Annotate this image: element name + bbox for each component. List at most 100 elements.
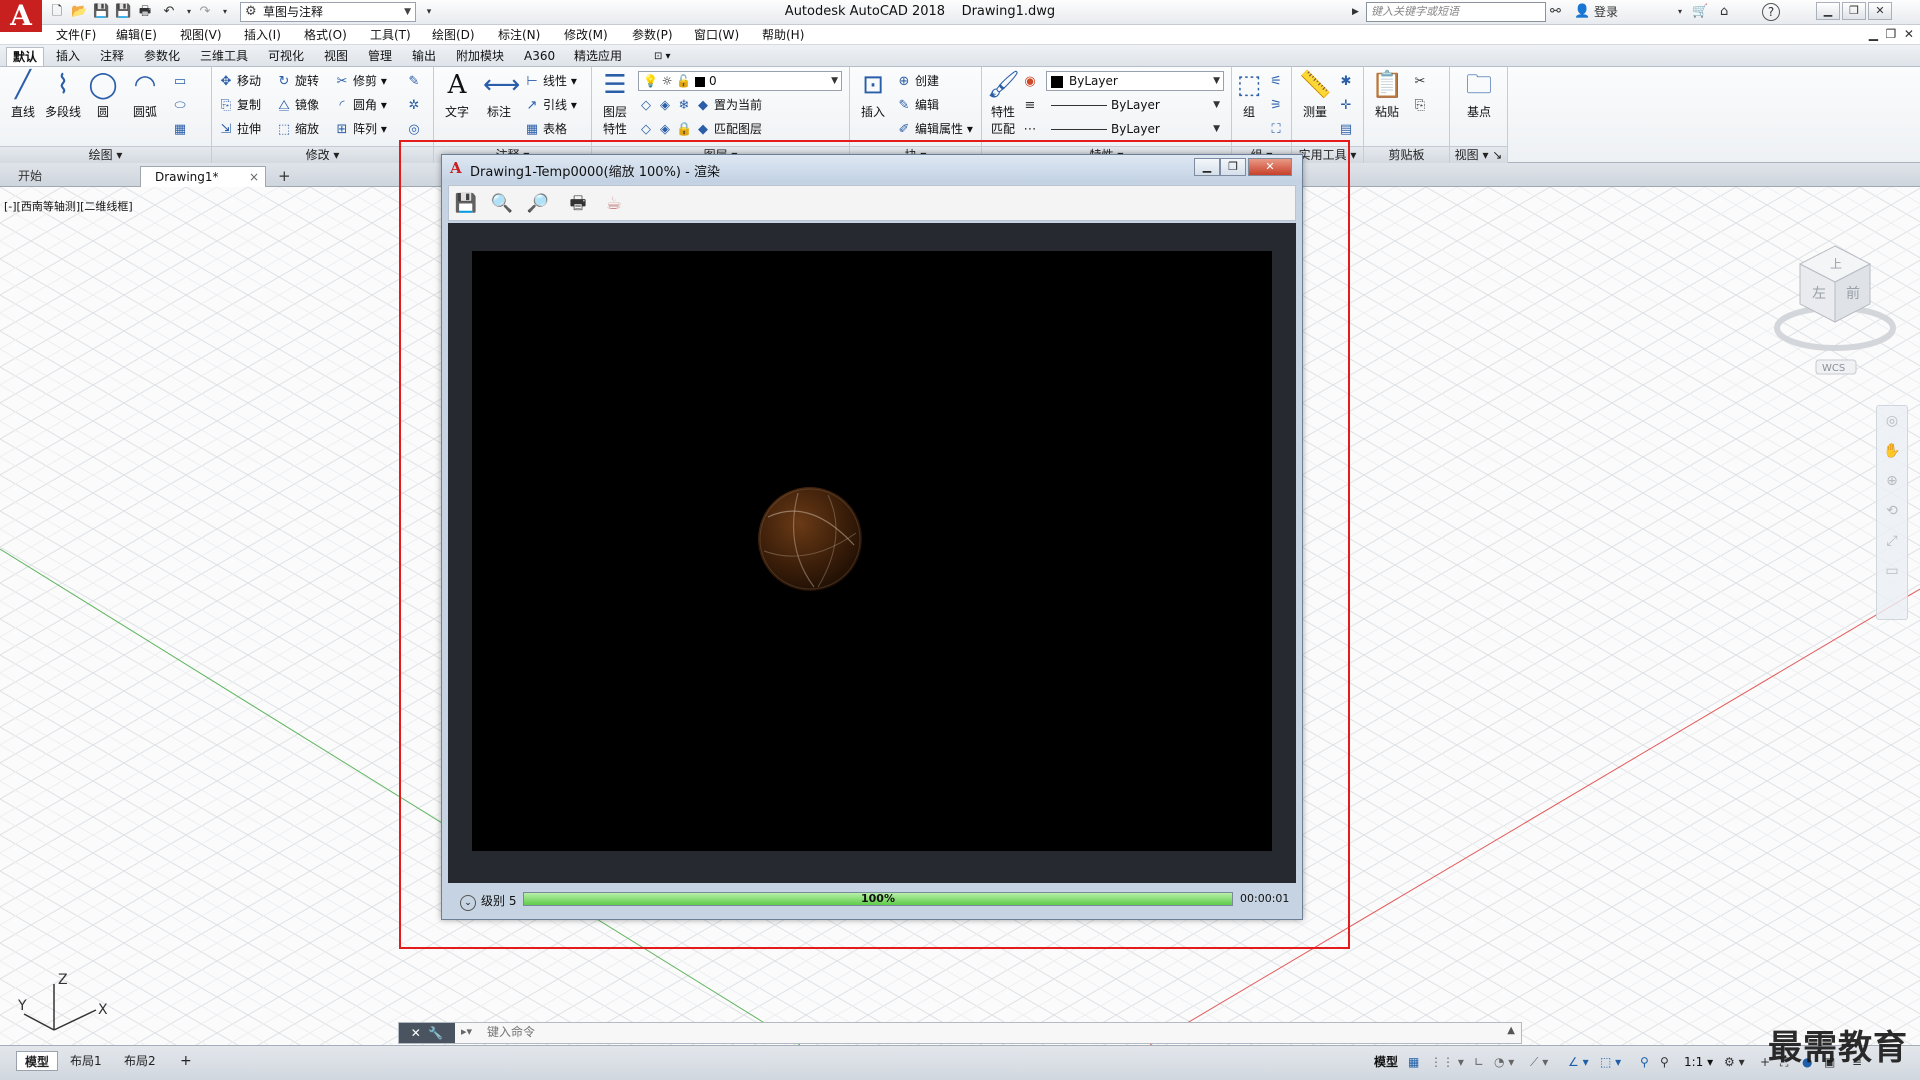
circle-button[interactable]: ◯ 圆 (84, 69, 122, 120)
close-icon[interactable]: × (249, 167, 259, 187)
quick-select-button[interactable]: ✱ (1338, 71, 1357, 91)
minimize-button[interactable]: ▁ (1816, 2, 1840, 20)
login-button[interactable]: 登录 (1594, 3, 1618, 21)
tab-start[interactable]: 开始 (4, 166, 140, 187)
menu-format[interactable]: 格式(O) (304, 27, 347, 43)
line-button[interactable]: ╱ 直线 (4, 69, 42, 120)
menu-tools[interactable]: 工具(T) (370, 27, 411, 43)
tab-addins[interactable]: 附加模块 (450, 47, 510, 66)
menu-dimension[interactable]: 标注(N) (498, 27, 540, 43)
save-render-icon[interactable]: 💾 (453, 192, 479, 216)
ellipse-button[interactable]: ⬭ (172, 95, 191, 115)
search-input[interactable]: 键入关键字或短语 (1366, 2, 1546, 22)
save-as-icon[interactable]: 💾 (114, 3, 132, 21)
add-layout-button[interactable]: + (172, 1051, 200, 1071)
ungroup-button[interactable]: ⚟ (1268, 71, 1287, 91)
dimension-button[interactable]: ⟷ 标注 (480, 69, 520, 120)
mirror-button[interactable]: ⧋ 镜像 (276, 95, 319, 115)
cut-button[interactable]: ✂ (1412, 71, 1431, 91)
array-button[interactable]: ⊞ 阵列 ▾ (334, 119, 387, 139)
isodraft-icon[interactable]: ⟋ ▾ (1530, 1053, 1548, 1071)
tab-3d-tools[interactable]: 三维工具 (194, 47, 254, 66)
color-select[interactable]: ByLayer ▼ (1046, 71, 1224, 91)
layer-tools-row-2[interactable]: ◇ ◈ 🔒 ◆ 匹配图层 (638, 119, 762, 139)
tab-a360[interactable]: A360 (518, 47, 561, 66)
drawing-window-controls[interactable]: ▁ ❐ ✕ (1869, 27, 1914, 41)
wcs-menu[interactable]: WCS (1822, 363, 1845, 374)
menu-view[interactable]: 视图(V) (180, 27, 222, 43)
render-maximize-button[interactable]: ❐ (1220, 158, 1246, 176)
new-icon[interactable]: 🗋 (48, 3, 66, 21)
tab-manage[interactable]: 管理 (362, 47, 398, 66)
layout-tab-model[interactable]: 模型 (16, 1051, 59, 1071)
menu-parametric[interactable]: 参数(P) (632, 27, 673, 43)
tab-visualize[interactable]: 可视化 (262, 47, 310, 66)
hatch-button[interactable]: ▦ (172, 119, 191, 139)
id-point-button[interactable]: ✛ (1338, 95, 1357, 115)
tab-home[interactable]: 默认 (6, 47, 45, 66)
render-minimize-button[interactable]: ▁ (1194, 158, 1220, 176)
cancel-render-icon[interactable]: ☕ (601, 192, 627, 216)
tab-insert[interactable]: 插入 (50, 47, 86, 66)
create-block-button[interactable]: ⊕ 创建 (896, 71, 939, 91)
view-cube-top[interactable]: 上 (1830, 257, 1842, 271)
linear-dim-button[interactable]: ⊢ 线性 ▾ (524, 71, 577, 91)
panel-draw-label[interactable]: 绘图 ▾ (0, 146, 211, 163)
command-input[interactable] (487, 1025, 1487, 1039)
menu-window[interactable]: 窗口(W) (694, 27, 739, 43)
fillet-button[interactable]: ◜ 圆角 ▾ (334, 95, 386, 115)
annotation-scale[interactable]: 1:1 ▾ (1684, 1053, 1713, 1071)
navigation-bar[interactable]: ◎ ✋ ⊕ ⟲ ⤢ ▭ (1876, 405, 1908, 620)
model-space-button[interactable]: 模型 (1374, 1053, 1398, 1071)
tab-output[interactable]: 输出 (406, 47, 442, 66)
move-button[interactable]: ✥ 移动 (218, 71, 261, 91)
rotate-button[interactable]: ↻ 旋转 (276, 71, 319, 91)
command-line-controls[interactable]: ✕ 🔧 (399, 1023, 455, 1043)
grid-icon[interactable]: ▦ (1408, 1053, 1419, 1071)
layout-tab-layout1[interactable]: 布局1 (62, 1051, 110, 1071)
rectangle-button[interactable]: ▭ (172, 71, 191, 91)
tab-view[interactable]: 视图 (318, 47, 354, 66)
chevron-right-icon[interactable]: ▶ (1352, 3, 1359, 21)
login-dropdown-icon[interactable]: ▾ (1678, 3, 1682, 21)
new-tab-button[interactable]: + (272, 166, 296, 187)
snap-icon[interactable]: ⋮⋮ ▾ (1430, 1053, 1464, 1071)
insert-block-button[interactable]: ⊡ 插入 (854, 69, 892, 120)
panel-modify-label[interactable]: 修改 ▾ (212, 146, 433, 163)
layer-properties-button[interactable]: ☰ 图层 特性 (596, 69, 634, 137)
copy-button[interactable]: ⎘ 复制 (218, 95, 261, 115)
lineweight-button[interactable]: ≡ (1022, 95, 1041, 115)
group-edit-button[interactable]: ⚞ (1268, 95, 1287, 115)
stretch-button[interactable]: ⇲ 拉伸 (218, 119, 261, 139)
viewport-controls[interactable]: [-][西南等轴测][二维线框] (4, 198, 133, 214)
redo-icon[interactable]: ↷ (196, 3, 214, 21)
scale-button[interactable]: ⬚ 缩放 (276, 119, 319, 139)
trim-button[interactable]: ✂ 修剪 ▾ (334, 71, 387, 91)
annotation-visibility-icon[interactable]: ⚲ (1640, 1053, 1649, 1071)
tab-drawing1[interactable]: Drawing1* × (140, 166, 266, 187)
base-point-button[interactable]: 🗀 基点 (1460, 69, 1498, 120)
view-cube-left[interactable]: 左 (1812, 286, 1826, 302)
tab-parametric[interactable]: 参数化 (138, 47, 186, 66)
autodesk-app-icon[interactable]: ⌂ (1720, 3, 1728, 21)
tab-annotate[interactable]: 注释 (94, 47, 130, 66)
redo-dropdown-icon[interactable]: ▾ (216, 3, 234, 21)
measure-button[interactable]: 📏 测量 (1296, 69, 1334, 120)
menu-insert[interactable]: 插入(I) (244, 27, 281, 43)
command-history-icon[interactable]: ▲ (1507, 1025, 1515, 1036)
menu-help[interactable]: 帮助(H) (762, 27, 804, 43)
save-icon[interactable]: 💾 (92, 3, 110, 21)
restore-button[interactable]: ❐ (1842, 2, 1866, 20)
panel-view-label[interactable]: 视图 ▾ ↘ (1450, 146, 1507, 163)
render-level[interactable]: ⌄ 级别 5 (460, 892, 516, 911)
help-button[interactable]: ? (1762, 3, 1780, 21)
linetype-button[interactable]: ⋯ (1022, 119, 1041, 139)
group-select-button[interactable]: ⛶ (1268, 119, 1287, 139)
color-wheel-button[interactable]: ◉ (1022, 71, 1041, 91)
view-cube-front[interactable]: 前 (1846, 285, 1860, 302)
workspace-gear-icon[interactable]: ⚙ ▾ (1724, 1053, 1745, 1071)
linetype-select[interactable]: ByLayer ▼ (1046, 95, 1224, 115)
binoculars-icon[interactable]: ⚯ (1550, 3, 1561, 21)
render-close-button[interactable]: ✕ (1248, 158, 1292, 176)
print-icon[interactable]: 🖶 (136, 3, 154, 21)
